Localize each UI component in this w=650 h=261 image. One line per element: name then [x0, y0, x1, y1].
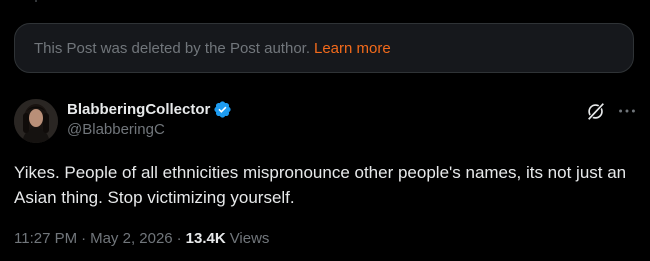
views-label: Views — [229, 230, 270, 247]
author-display-name[interactable]: BlabberingCollector — [67, 101, 210, 118]
deleted-post-notice: This Post was deleted by the Post author… — [14, 23, 634, 73]
deleted-notice-text: This Post was deleted by the Post author… — [34, 39, 310, 57]
learn-more-link[interactable]: Learn more — [314, 40, 391, 57]
author-info: BlabberingCollector @BlabberingC — [67, 99, 232, 138]
tweet-date[interactable]: May 2, 2026 — [90, 230, 173, 247]
more-icon[interactable] — [616, 100, 638, 122]
verified-badge-icon[interactable] — [213, 100, 232, 119]
tweet-meta: 11:27 PM · May 2, 2026 · 13.4K Views — [14, 230, 269, 247]
meta-separator: · — [81, 230, 87, 247]
tweet-time[interactable]: 11:27 PM — [14, 230, 77, 247]
thread-connector-line — [35, 0, 37, 2]
tweet-view: This Post was deleted by the Post author… — [0, 0, 650, 261]
grok-icon[interactable] — [585, 100, 607, 122]
author-handle[interactable]: @BlabberingC — [67, 121, 232, 138]
tweet-text: Yikes. People of all ethnicities mispron… — [14, 163, 627, 207]
views-count[interactable]: 13.4K — [186, 230, 226, 247]
profile-photo-icon — [14, 99, 58, 143]
avatar[interactable] — [14, 99, 58, 143]
meta-separator: · — [176, 230, 182, 247]
